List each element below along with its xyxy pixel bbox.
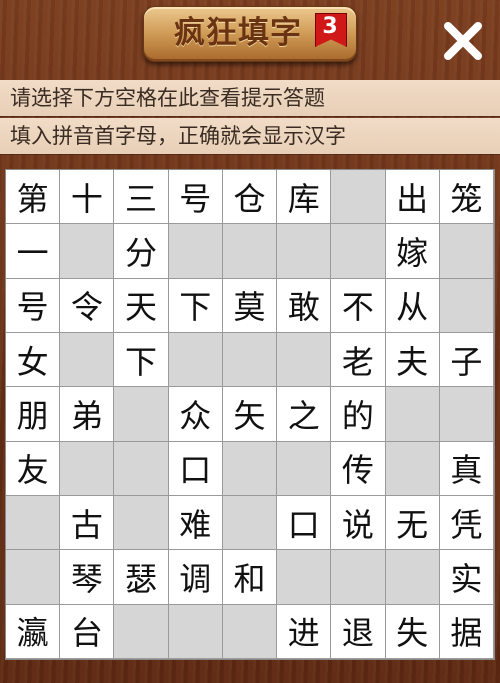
grid-cell-empty — [6, 496, 61, 551]
grid-cell[interactable]: 友 — [6, 441, 61, 496]
grid-cell[interactable]: 弟 — [60, 387, 115, 442]
grid-cell[interactable]: 说 — [331, 496, 386, 551]
grid-cell[interactable]: 分 — [114, 224, 169, 279]
grid-cell[interactable]: 矢 — [222, 387, 278, 442]
grid-cell[interactable]: 台 — [60, 604, 115, 659]
grid-cell-empty — [114, 387, 169, 442]
grid-cell-empty — [277, 224, 332, 279]
grid-cell-empty — [331, 170, 386, 225]
grid-cell-empty — [60, 333, 115, 388]
grid-cell[interactable]: 下 — [168, 278, 223, 333]
grid-cell[interactable]: 号 — [168, 170, 223, 225]
grid-cell[interactable]: 第 — [6, 170, 61, 225]
close-button[interactable] — [440, 18, 486, 64]
grid-cell[interactable]: 口 — [277, 496, 332, 551]
grid-cell[interactable]: 口 — [168, 441, 223, 496]
grid-cell-empty — [385, 441, 440, 496]
grid-cell[interactable]: 真 — [439, 441, 494, 496]
hint-line-2: 填入拼音首字母，正确就会显示汉字 — [0, 118, 500, 154]
grid-cell[interactable]: 一 — [6, 224, 61, 279]
grid-cell-empty — [439, 224, 494, 279]
grid-cell[interactable]: 老 — [331, 333, 386, 388]
grid-cell[interactable]: 天 — [114, 278, 169, 333]
grid-cell[interactable]: 和 — [222, 550, 278, 605]
grid-cell[interactable]: 夫 — [385, 333, 440, 388]
grid-cell[interactable]: 十 — [60, 170, 115, 225]
grid-cell-empty — [222, 224, 278, 279]
grid-cell[interactable]: 仓 — [222, 170, 278, 225]
grid-cell-empty — [331, 224, 386, 279]
game-title: 疯狂填字 — [174, 15, 302, 51]
grid-cell[interactable]: 调 — [168, 550, 223, 605]
grid-cell-empty — [60, 441, 115, 496]
close-icon — [444, 22, 482, 60]
grid-cell-empty — [439, 278, 494, 333]
grid-cell[interactable]: 莫 — [222, 278, 278, 333]
grid-cell-empty — [222, 496, 278, 551]
grid-cell[interactable]: 从 — [385, 278, 440, 333]
hint-text: 填入拼音首字母，正确就会显示汉字 — [10, 124, 346, 148]
hint-line-1: 请选择下方空格在此查看提示答题 — [0, 80, 500, 116]
grid-cell[interactable]: 的 — [331, 387, 386, 442]
grid-cell-empty — [331, 550, 386, 605]
grid-cell-empty — [6, 550, 61, 605]
grid-cell[interactable]: 瀛 — [6, 604, 61, 659]
grid-cell-empty — [168, 224, 223, 279]
grid-cell-empty — [439, 387, 494, 442]
title-plate: 疯狂填字 3 — [143, 6, 357, 62]
grid-cell-empty — [222, 441, 278, 496]
top-bar: 疯狂填字 3 — [0, 0, 500, 80]
grid-cell[interactable]: 三 — [114, 170, 169, 225]
level-number: 3 — [322, 14, 338, 39]
grid-cell-empty — [168, 333, 223, 388]
grid-cell[interactable]: 不 — [331, 278, 386, 333]
grid-cell[interactable]: 令 — [60, 278, 115, 333]
grid-cell-empty — [277, 333, 332, 388]
grid-cell[interactable]: 进 — [277, 604, 332, 659]
grid-cell[interactable]: 众 — [168, 387, 223, 442]
hint-text: 请选择下方空格在此查看提示答题 — [10, 86, 325, 110]
grid-cell[interactable]: 子 — [439, 333, 494, 388]
grid-cell-empty — [385, 387, 440, 442]
grid-cell[interactable]: 退 — [331, 604, 386, 659]
grid-cell[interactable]: 实 — [439, 550, 494, 605]
grid-cell[interactable]: 传 — [331, 441, 386, 496]
grid-cell[interactable]: 敢 — [277, 278, 332, 333]
grid-cell[interactable]: 据 — [439, 604, 494, 659]
grid-cell-empty — [222, 604, 278, 659]
grid-cell[interactable]: 笼 — [439, 170, 494, 225]
grid-cell[interactable]: 无 — [385, 496, 440, 551]
grid-cell[interactable]: 女 — [6, 333, 61, 388]
grid-cell-empty — [385, 550, 440, 605]
crossword-grid: 第十三号仓库出笼一分嫁号令天下莫敢不从女下老夫子朋弟众矢之的友口传真古难口说无凭… — [5, 169, 495, 660]
grid-cell[interactable]: 失 — [385, 604, 440, 659]
grid-cell-empty — [114, 604, 169, 659]
grid-cell[interactable]: 下 — [114, 333, 169, 388]
grid-cell-empty — [114, 496, 169, 551]
grid-cell-empty — [277, 441, 332, 496]
grid-cell-empty — [277, 550, 332, 605]
grid-cell[interactable]: 朋 — [6, 387, 61, 442]
grid-cell[interactable]: 出 — [385, 170, 440, 225]
grid-cell[interactable]: 之 — [277, 387, 332, 442]
grid-cell[interactable]: 难 — [168, 496, 223, 551]
grid-cell[interactable]: 凭 — [439, 496, 494, 551]
grid-cell[interactable]: 库 — [277, 170, 332, 225]
grid-cell[interactable]: 嫁 — [385, 224, 440, 279]
grid-cell[interactable]: 号 — [6, 278, 61, 333]
level-badge: 3 — [315, 13, 349, 47]
grid-cell-empty — [114, 441, 169, 496]
grid-cell[interactable]: 古 — [60, 496, 115, 551]
grid-cell[interactable]: 瑟 — [114, 550, 169, 605]
grid-cell-empty — [222, 333, 278, 388]
grid-cell-empty — [60, 224, 115, 279]
grid-cell[interactable]: 琴 — [60, 550, 115, 605]
grid-cell-empty — [168, 604, 223, 659]
